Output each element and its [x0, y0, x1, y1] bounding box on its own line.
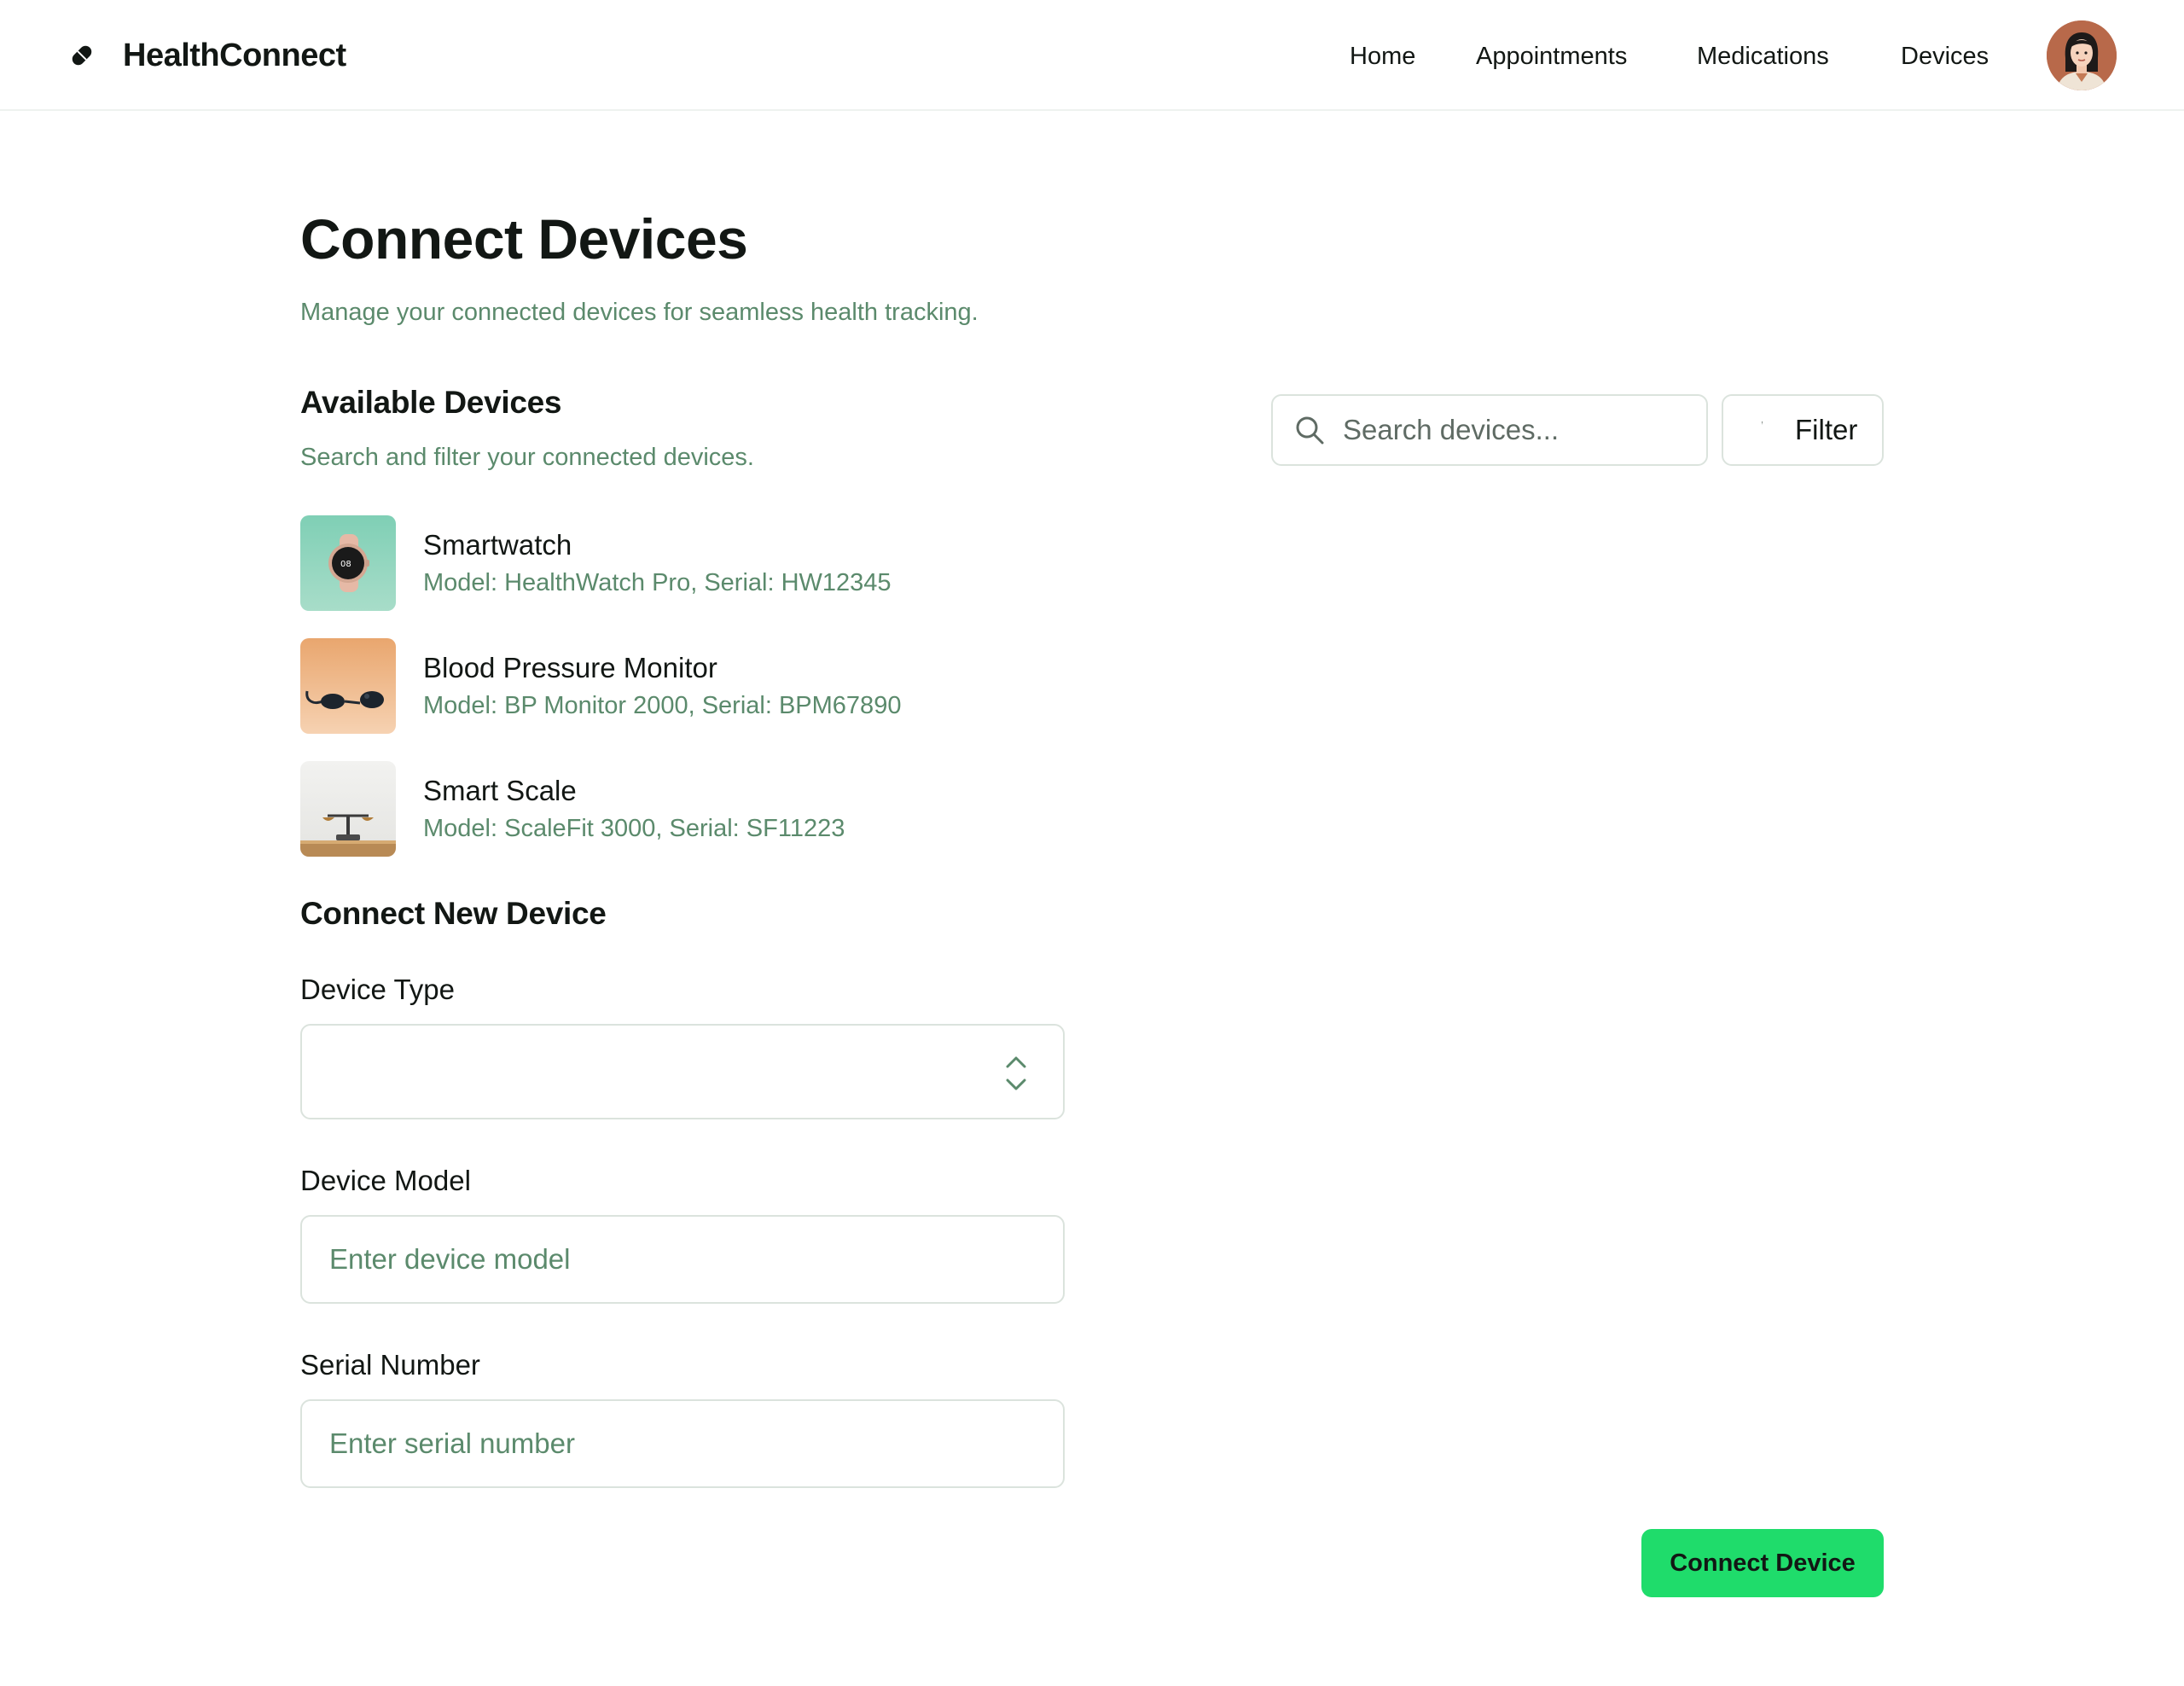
user-avatar[interactable]: [2047, 20, 2117, 90]
connect-device-button[interactable]: Connect Device: [1641, 1529, 1884, 1597]
filter-button[interactable]: Filter: [1722, 394, 1884, 466]
serial-number-label: Serial Number: [300, 1349, 480, 1381]
device-name: Smart Scale: [423, 775, 577, 806]
top-navigation-bar: HealthConnect Home Appointments Medicati…: [0, 0, 2184, 111]
device-model-input[interactable]: [300, 1215, 1065, 1304]
search-icon: [1296, 416, 1324, 445]
available-devices-title: Available Devices: [300, 385, 562, 420]
filter-icon: [1762, 422, 1763, 425]
page-subtitle: Manage your connected devices for seamle…: [300, 299, 979, 326]
device-info: Smart Scale Model: ScaleFit 3000, Serial…: [423, 772, 845, 846]
svg-text:08: 08: [340, 560, 351, 569]
avatar-portrait-icon: [2047, 20, 2117, 90]
page-title: Connect Devices: [300, 207, 748, 270]
device-search[interactable]: [1271, 394, 1708, 466]
connect-new-device-title: Connect New Device: [300, 896, 607, 931]
chevron-up-down-icon: [1006, 1056, 1026, 1090]
nav-home[interactable]: Home: [1350, 34, 1415, 78]
smart-scale-image: [300, 761, 396, 857]
blood-pressure-monitor-image: [300, 638, 396, 734]
device-meta: Model: ScaleFit 3000, Serial: SF11223: [423, 815, 845, 842]
device-item-blood-pressure-monitor[interactable]: Blood Pressure Monitor Model: BP Monitor…: [300, 638, 1068, 734]
device-info: Blood Pressure Monitor Model: BP Monitor…: [423, 649, 901, 723]
nav-medications[interactable]: Medications: [1697, 34, 1829, 78]
device-item-smartwatch[interactable]: 08 Smartwatch Model: HealthWatch Pro, Se…: [300, 515, 1068, 611]
main-nav: Home Appointments Medications Devices: [0, 34, 2184, 78]
device-meta: Model: HealthWatch Pro, Serial: HW12345: [423, 569, 892, 596]
device-name: Blood Pressure Monitor: [423, 652, 717, 683]
device-meta: Model: BP Monitor 2000, Serial: BPM67890: [423, 692, 902, 719]
device-item-smart-scale[interactable]: Smart Scale Model: ScaleFit 3000, Serial…: [300, 761, 1068, 857]
nav-devices[interactable]: Devices: [1901, 34, 1989, 78]
device-type-label: Device Type: [300, 974, 455, 1005]
filter-label: Filter: [1795, 414, 1858, 445]
search-input[interactable]: [1343, 414, 1701, 446]
nav-appointments[interactable]: Appointments: [1476, 34, 1627, 78]
smartwatch-image: 08: [300, 515, 396, 611]
device-model-label: Device Model: [300, 1165, 471, 1196]
serial-number-input[interactable]: [300, 1399, 1065, 1488]
device-name: Smartwatch: [423, 529, 572, 561]
device-type-select[interactable]: [300, 1024, 1065, 1119]
device-info: Smartwatch Model: HealthWatch Pro, Seria…: [423, 526, 892, 600]
available-devices-subtitle: Search and filter your connected devices…: [300, 444, 754, 471]
